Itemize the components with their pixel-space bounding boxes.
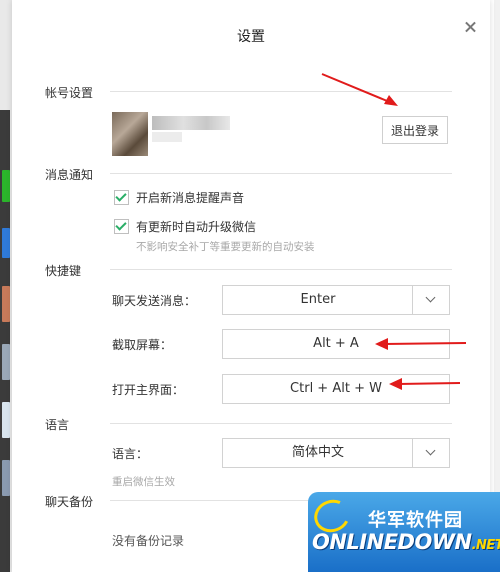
annotation-arrow-screenshot <box>383 342 467 345</box>
watermark-suffix: .NET <box>471 538 500 553</box>
annotation-arrowhead-screenshot <box>375 338 388 350</box>
watermark-en: ONLINEDOWN.NET <box>312 530 500 554</box>
annotation-arrowhead-logout <box>384 95 398 106</box>
watermark-en-text: ONLINEDOWN <box>312 530 472 554</box>
annotation-arrow-open-main <box>397 382 461 385</box>
watermark-logo: 华军软件园 ONLINEDOWN.NET <box>308 492 500 572</box>
watermark-cn: 华军软件园 <box>368 510 463 531</box>
annotation-arrow-logout <box>321 73 393 104</box>
annotation-arrows <box>321 73 467 390</box>
annotation-arrowhead-open-main <box>389 378 402 390</box>
